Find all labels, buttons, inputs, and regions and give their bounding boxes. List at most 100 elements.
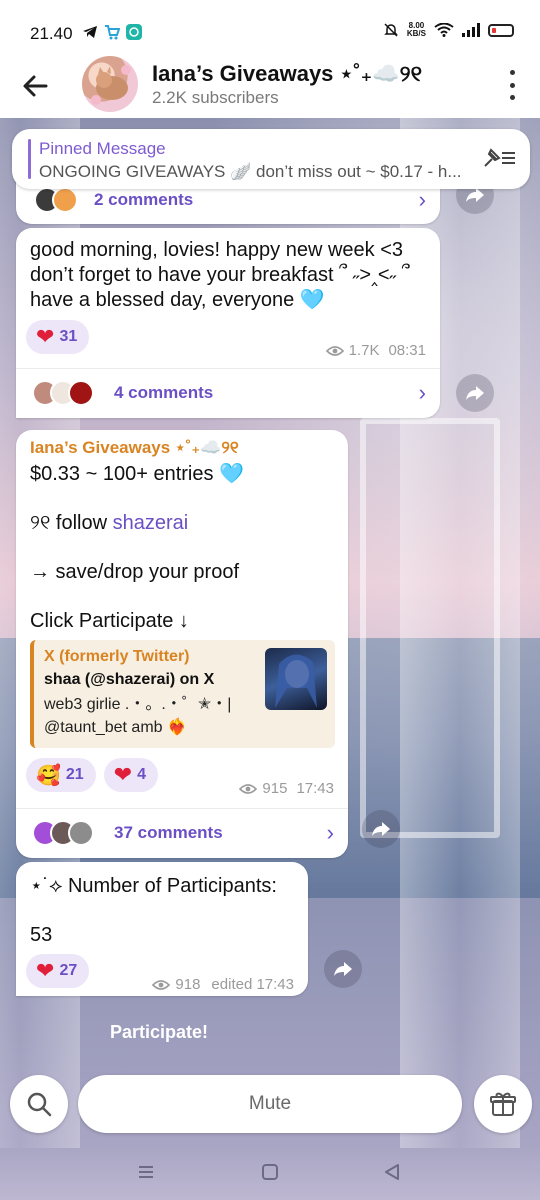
message-time: edited 17:43 <box>211 976 294 993</box>
preview-source: X (formerly Twitter) <box>44 648 190 665</box>
reaction-heart[interactable]: ❤ 27 <box>26 954 90 988</box>
message-meta: 918 edited 17:43 <box>152 976 294 993</box>
sender-name[interactable]: Iana’s Giveaways ⋆˚₊☁️୨୧ <box>30 438 239 458</box>
message-meta: 915 17:43 <box>239 780 334 797</box>
comments-label: 37 comments <box>114 822 223 842</box>
message-line: ୨୧ follow shazerai <box>30 511 340 536</box>
mention-link[interactable]: shazerai <box>113 512 189 534</box>
view-count: 1.7K <box>348 342 380 359</box>
avatar <box>68 379 94 406</box>
eye-icon <box>152 979 171 990</box>
message-bubble[interactable]: ⋆˙⟡ Number of Participants: 53 ❤ 27 918 … <box>16 862 308 996</box>
preview-title: shaa (@shazerai) on X <box>44 671 215 688</box>
subscriber-count: 2.2K subscribers <box>152 88 279 107</box>
pin-list-icon[interactable] <box>482 147 516 169</box>
preview-description: web3 girlie .・。.・゜✭・| @taunt_bet amb ❤️‍… <box>44 696 232 736</box>
view-count: 915 <box>262 780 288 797</box>
status-right-icons: 8.00 KB/S <box>383 22 514 38</box>
smiling-face-hearts-icon: 🥰 <box>36 764 61 787</box>
reaction-heart[interactable]: ❤ 4 <box>103 758 159 792</box>
more-menu-icon[interactable] <box>506 70 518 100</box>
mute-button[interactable]: Mute <box>78 1075 462 1133</box>
mute-bell-icon <box>384 23 398 37</box>
gift-button[interactable] <box>474 1075 532 1133</box>
cart-icon <box>105 25 120 40</box>
commenter-avatars <box>32 819 94 846</box>
channel-avatar[interactable] <box>82 56 138 112</box>
chevron-right-icon: › <box>418 379 426 405</box>
bottom-bar: Mute <box>0 1075 540 1135</box>
comments-label: 4 comments <box>114 382 214 402</box>
message-line: good morning, lovies! happy new week <3 <box>30 239 404 261</box>
share-icon[interactable] <box>456 374 494 412</box>
reaction-count: 4 <box>137 766 147 783</box>
commenter-avatars <box>34 187 78 213</box>
chat-header: Iana’s Giveaways ⋆˚₊☁️୨୧ 2.2K subscriber… <box>0 56 540 118</box>
eye-icon <box>325 345 344 356</box>
pinned-text: ONGOING GIVEAWAYS 🪽 don’t miss out ~ $0.… <box>39 162 462 181</box>
chevron-right-icon: › <box>326 819 334 845</box>
chat-area[interactable]: Pinned Message ONGOING GIVEAWAYS 🪽 don’t… <box>0 118 540 1148</box>
net-speed-unit: KB/S <box>406 29 426 38</box>
message-line: don’t forget to have your breakfast ՞ ˶>… <box>30 264 410 286</box>
message-line-prefix: ୨୧ follow <box>30 512 113 534</box>
search-icon <box>27 1092 52 1117</box>
message-bubble[interactable]: good morning, lovies! happy new week <3 … <box>16 228 440 418</box>
pinned-message-bar[interactable]: Pinned Message ONGOING GIVEAWAYS 🪽 don’t… <box>12 129 530 189</box>
heart-icon: ❤ <box>113 762 133 787</box>
link-preview[interactable]: X (formerly Twitter) shaa (@shazerai) on… <box>30 640 335 748</box>
channel-title[interactable]: Iana’s Giveaways ⋆˚₊☁️୨୧ <box>152 61 422 87</box>
message-line: $0.33 ~ 100+ entries 🩵 <box>30 463 244 485</box>
status-bar: 21.40 8.00 KB/S <box>0 0 540 60</box>
battery-icon <box>488 23 514 37</box>
gift-icon <box>490 1092 516 1116</box>
reaction-heart[interactable]: ❤ 31 <box>26 320 90 354</box>
participate-button[interactable]: Participate! <box>110 1022 208 1043</box>
home-icon[interactable] <box>262 1164 278 1180</box>
cat-illustration <box>91 65 131 105</box>
avatar <box>52 187 78 213</box>
message-text: good morning, lovies! happy new week <3 … <box>30 238 430 313</box>
share-icon[interactable] <box>362 810 400 848</box>
reaction-smile-hearts[interactable]: 🥰 21 <box>26 758 96 792</box>
reaction-count: 27 <box>59 962 78 979</box>
message-bubble[interactable]: Iana’s Giveaways ⋆˚₊☁️୨୧ $0.33 ~ 100+ en… <box>16 430 348 858</box>
comments-row[interactable]: 37 comments › <box>16 808 348 856</box>
pinned-indicator <box>28 139 31 179</box>
message-line: → save/drop your proof <box>30 561 239 583</box>
background-window <box>360 418 500 838</box>
back-arrow-icon[interactable] <box>20 70 52 102</box>
heart-icon: ❤ <box>36 324 55 349</box>
reaction-count: 31 <box>59 328 78 345</box>
system-nav-bar <box>0 1148 540 1200</box>
participant-count: 53 <box>30 924 53 946</box>
status-time: 21.40 <box>30 24 73 43</box>
reactions-row: 🥰 21 ❤ 4 <box>26 758 159 792</box>
preview-thumbnail <box>265 648 327 710</box>
net-speed: 8.00 KB/S <box>407 22 426 38</box>
avatar <box>68 819 94 846</box>
commenter-avatars <box>32 379 94 406</box>
message-line: ⋆˙⟡ Number of Participants: <box>30 875 277 897</box>
share-icon[interactable] <box>324 950 362 988</box>
message-time: 08:31 <box>388 342 426 359</box>
pinned-label: Pinned Message <box>39 139 166 158</box>
chat-app-icon <box>126 24 142 40</box>
eye-icon <box>239 783 258 794</box>
status-left-icons <box>82 24 142 40</box>
message-line: Click Participate ↓ <box>30 610 189 632</box>
comments-label: 2 comments <box>94 190 194 209</box>
view-count: 918 <box>175 976 201 993</box>
message-time: 17:43 <box>296 780 334 797</box>
telegram-icon <box>83 26 97 38</box>
back-nav-icon[interactable] <box>384 1164 400 1180</box>
wifi-icon <box>434 23 454 37</box>
signal-icon <box>462 23 480 37</box>
message-text: ⋆˙⟡ Number of Participants: 53 <box>30 874 300 948</box>
message-meta: 1.7K 08:31 <box>325 342 426 359</box>
comments-row[interactable]: 4 comments › <box>16 368 440 416</box>
recent-apps-icon[interactable] <box>138 1164 154 1180</box>
reaction-count: 21 <box>65 766 84 783</box>
heart-icon: ❤ <box>36 958 55 983</box>
search-button[interactable] <box>10 1075 68 1133</box>
